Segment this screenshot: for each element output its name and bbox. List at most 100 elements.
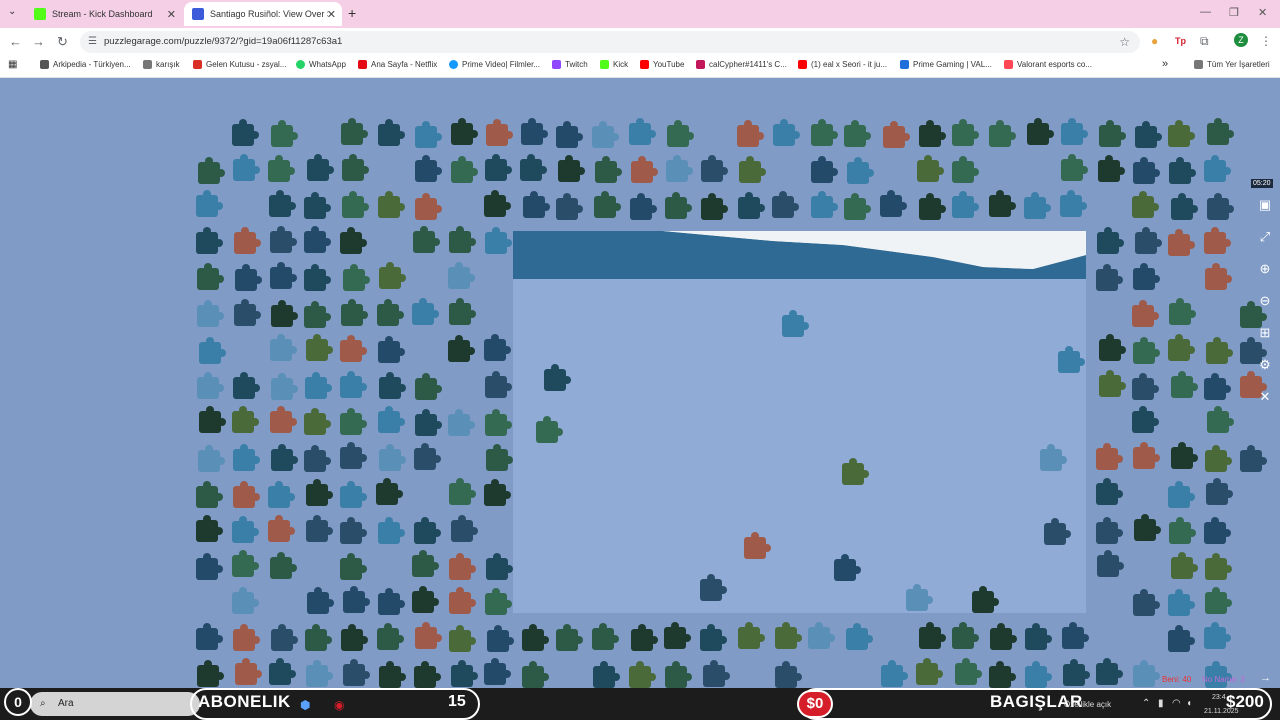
puzzle-piece[interactable] (270, 552, 297, 579)
puzzle-piece[interactable] (341, 299, 368, 326)
puzzle-piece[interactable] (271, 444, 298, 471)
puzzle-piece[interactable] (522, 624, 549, 651)
puzzle-piece[interactable] (1097, 550, 1124, 577)
puzzle-piece[interactable] (379, 262, 406, 289)
puzzle-piece[interactable] (199, 337, 226, 364)
puzzle-piece[interactable] (305, 624, 332, 651)
clock-time[interactable]: 23:4 (1212, 694, 1226, 701)
puzzle-piece[interactable] (304, 192, 331, 219)
puzzle-piece[interactable] (1025, 623, 1052, 650)
next-arrow-icon[interactable]: → (1260, 672, 1271, 684)
puzzle-piece[interactable] (342, 191, 369, 218)
puzzle-piece[interactable] (737, 120, 764, 147)
bookmark-item[interactable]: Twitch (552, 60, 588, 69)
puzzle-piece[interactable] (592, 121, 619, 148)
puzzle-piece[interactable] (196, 553, 223, 580)
puzzle-piece[interactable] (484, 479, 511, 506)
puzzle-piece[interactable] (1204, 373, 1231, 400)
puzzle-piece[interactable] (304, 408, 331, 435)
puzzle-piece[interactable] (378, 119, 405, 146)
puzzle-piece[interactable] (917, 155, 944, 182)
puzzle-piece[interactable] (1096, 517, 1123, 544)
puzzle-piece[interactable] (952, 191, 979, 218)
puzzle-piece[interactable] (1060, 190, 1087, 217)
puzzle-piece[interactable] (233, 481, 260, 508)
puzzle-piece[interactable] (1205, 263, 1232, 290)
puzzle-piece[interactable] (197, 300, 224, 327)
puzzle-piece[interactable] (269, 658, 296, 685)
puzzle-piece[interactable] (1061, 154, 1088, 181)
puzzle-piece[interactable] (196, 623, 223, 650)
bookmark-item[interactable]: Prime Gaming | VAL... (900, 60, 992, 69)
puzzle-piece[interactable] (834, 554, 861, 581)
puzzle-piece[interactable] (1206, 478, 1233, 505)
puzzle-piece[interactable] (196, 515, 223, 542)
puzzle-piece[interactable] (270, 406, 297, 433)
puzzle-piece[interactable] (306, 660, 333, 687)
puzzle-piece[interactable] (811, 156, 838, 183)
puzzle-piece[interactable] (1062, 622, 1089, 649)
puzzle-piece[interactable] (233, 624, 260, 651)
puzzle-piece[interactable] (304, 264, 331, 291)
puzzle-piece[interactable] (1205, 587, 1232, 614)
site-info-icon[interactable]: ☰ (88, 31, 97, 53)
puzzle-piece[interactable] (343, 264, 370, 291)
puzzle-piece[interactable] (486, 444, 513, 471)
puzzle-piece[interactable] (558, 155, 585, 182)
puzzle-piece[interactable] (1134, 514, 1161, 541)
puzzle-piece[interactable] (379, 661, 406, 688)
puzzle-piece[interactable] (739, 156, 766, 183)
restore-icon[interactable]: ❐ (1229, 6, 1239, 19)
puzzle-piece[interactable] (307, 154, 334, 181)
puzzle-piece[interactable] (1025, 661, 1052, 688)
puzzle-piece[interactable] (379, 444, 406, 471)
extension-icon[interactable]: ● (1151, 34, 1158, 48)
puzzle-piece[interactable] (1061, 118, 1088, 145)
puzzle-piece[interactable] (1044, 518, 1071, 545)
puzzle-piece[interactable] (485, 588, 512, 615)
taskbar-search[interactable]: ⌕ Ara (30, 692, 200, 716)
puzzle-piece[interactable] (1169, 517, 1196, 544)
puzzle-piece[interactable] (232, 550, 259, 577)
puzzle-piece[interactable] (268, 481, 295, 508)
tab-kick-dashboard[interactable]: Stream - Kick Dashboard ✕ (26, 2, 182, 26)
bookmark-item[interactable]: Arkipedia - Türkiyen... (40, 60, 131, 69)
puzzle-piece[interactable] (703, 660, 730, 687)
tray-chevron-icon[interactable]: ⌃ (1142, 698, 1150, 709)
puzzle-piece[interactable] (631, 624, 658, 651)
puzzle-piece[interactable] (847, 157, 874, 184)
puzzle-piece[interactable] (1027, 118, 1054, 145)
puzzle-piece[interactable] (271, 373, 298, 400)
puzzle-piece[interactable] (306, 479, 333, 506)
puzzle-piece[interactable] (1096, 443, 1123, 470)
puzzle-piece[interactable] (271, 300, 298, 327)
tab-search-button[interactable]: ⌄ (8, 6, 16, 17)
sort-grid-icon[interactable]: ⊞ (1257, 325, 1273, 341)
zoom-in-icon[interactable]: ⊕ (1257, 261, 1273, 277)
puzzle-piece[interactable] (522, 661, 549, 688)
puzzle-piece[interactable] (340, 481, 367, 508)
puzzle-piece[interactable] (449, 226, 476, 253)
bookmark-star-icon[interactable]: ☆ (1119, 31, 1130, 53)
window-close-icon[interactable]: ✕ (1258, 6, 1267, 19)
puzzle-piece[interactable] (1063, 659, 1090, 686)
apps-grid-icon[interactable]: ▦ (8, 59, 17, 70)
puzzle-piece[interactable] (1207, 406, 1234, 433)
puzzle-piece[interactable] (775, 661, 802, 688)
puzzle-piece[interactable] (197, 372, 224, 399)
puzzle-piece[interactable] (1207, 193, 1234, 220)
puzzle-piece[interactable] (880, 190, 907, 217)
puzzle-piece[interactable] (414, 517, 441, 544)
wifi-icon[interactable]: ◠ (1172, 698, 1181, 709)
puzzle-piece[interactable] (772, 191, 799, 218)
puzzle-piece[interactable] (340, 442, 367, 469)
puzzle-piece[interactable] (340, 408, 367, 435)
puzzle-piece[interactable] (379, 372, 406, 399)
puzzle-piece[interactable] (485, 409, 512, 436)
puzzle-piece[interactable] (844, 120, 871, 147)
puzzle-piece[interactable] (1168, 625, 1195, 652)
puzzle-piece[interactable] (1098, 155, 1125, 182)
puzzle-piece[interactable] (1168, 229, 1195, 256)
zoom-out-icon[interactable]: ⊖ (1257, 293, 1273, 309)
puzzle-piece[interactable] (487, 625, 514, 652)
